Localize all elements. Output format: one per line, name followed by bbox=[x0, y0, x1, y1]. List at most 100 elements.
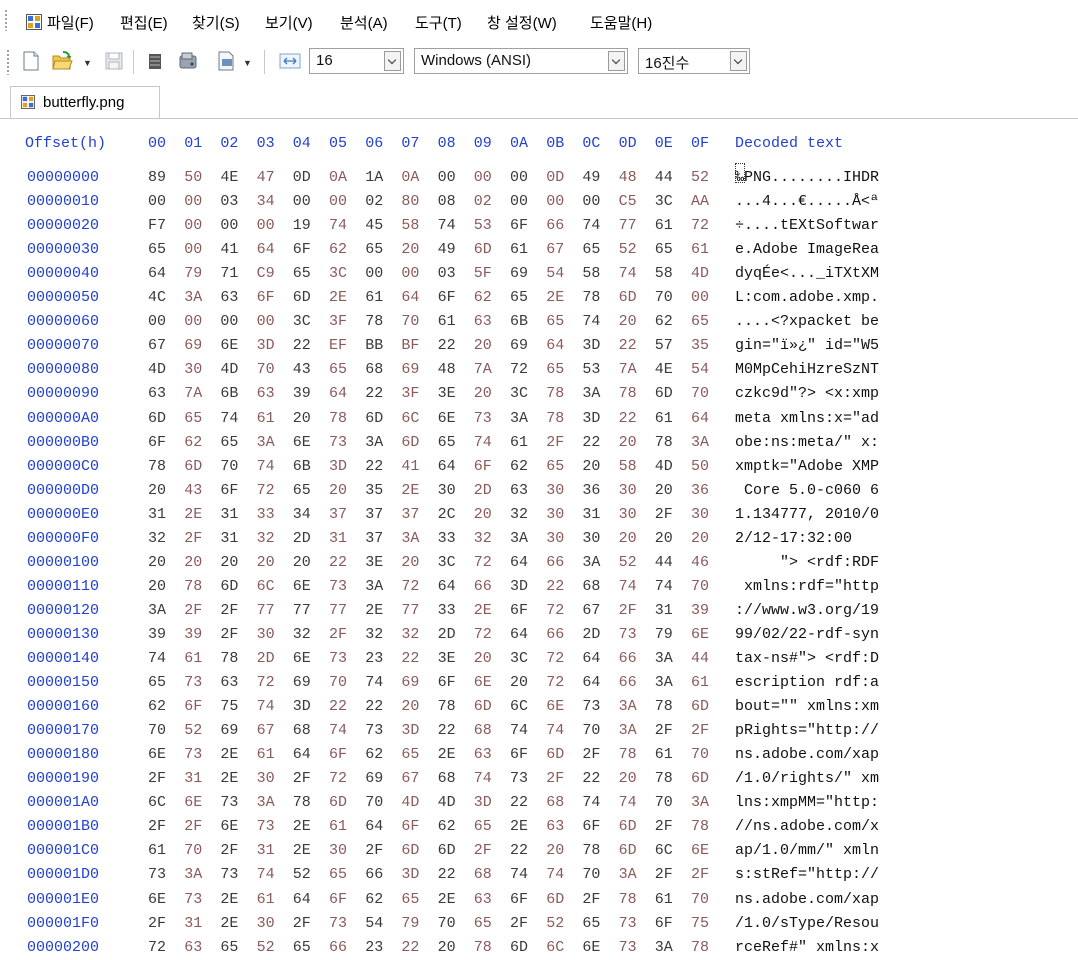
byte-cell[interactable]: 72 bbox=[401, 578, 419, 595]
bytes-per-row-select[interactable]: 16 bbox=[309, 48, 404, 74]
byte-cell[interactable]: 2F bbox=[655, 506, 673, 523]
byte-cell[interactable]: C5 bbox=[619, 193, 637, 210]
byte-cell[interactable]: 20 bbox=[148, 482, 166, 499]
byte-cell[interactable]: 00 bbox=[220, 217, 238, 234]
byte-cell[interactable]: 20 bbox=[546, 842, 564, 859]
byte-cell[interactable]: 22 bbox=[293, 337, 311, 354]
byte-cell[interactable]: 6C bbox=[655, 842, 673, 859]
byte-cell[interactable]: 68 bbox=[546, 794, 564, 811]
byte-cell[interactable]: 52 bbox=[619, 554, 637, 571]
byte-cell[interactable]: 73 bbox=[365, 722, 383, 739]
byte-cell[interactable]: 72 bbox=[510, 361, 528, 378]
byte-cell[interactable]: 3A bbox=[691, 434, 709, 451]
byte-cell[interactable]: 3A bbox=[184, 866, 202, 883]
byte-cell[interactable]: 6D bbox=[401, 842, 419, 859]
byte-cell[interactable]: 50 bbox=[184, 169, 202, 186]
byte-cell[interactable]: 30 bbox=[438, 482, 456, 499]
byte-cell[interactable]: 00 bbox=[510, 169, 528, 186]
byte-cell[interactable]: 78 bbox=[329, 410, 347, 427]
byte-cell[interactable]: 65 bbox=[546, 361, 564, 378]
byte-cell[interactable]: 69 bbox=[220, 722, 238, 739]
chevron-down-icon[interactable] bbox=[730, 51, 747, 71]
menu-window[interactable]: 창 설정(W) bbox=[487, 12, 557, 33]
byte-cell[interactable]: 49 bbox=[582, 169, 600, 186]
byte-cell[interactable]: 65 bbox=[655, 241, 673, 258]
byte-cell[interactable]: 2E bbox=[329, 289, 347, 306]
byte-cell[interactable]: 63 bbox=[474, 313, 492, 330]
decoded-text[interactable]: "> <rdf:RDF bbox=[735, 554, 879, 571]
byte-cell[interactable]: 3D bbox=[401, 866, 419, 883]
byte-cell[interactable]: 6D bbox=[619, 818, 637, 835]
byte-cell[interactable]: 64 bbox=[293, 746, 311, 763]
byte-cell[interactable]: 4E bbox=[655, 361, 673, 378]
byte-cell[interactable]: 20 bbox=[619, 530, 637, 547]
byte-cell[interactable]: EF bbox=[329, 337, 347, 354]
byte-cell[interactable]: 70 bbox=[691, 746, 709, 763]
byte-cell[interactable]: 78 bbox=[220, 650, 238, 667]
byte-cell[interactable]: 3C bbox=[510, 385, 528, 402]
byte-cell[interactable]: 61 bbox=[691, 674, 709, 691]
byte-cell[interactable]: 39 bbox=[184, 626, 202, 643]
byte-cell[interactable]: 63 bbox=[510, 482, 528, 499]
byte-cell[interactable]: 61 bbox=[257, 891, 275, 908]
byte-cell[interactable]: 73 bbox=[184, 891, 202, 908]
byte-cell[interactable]: 58 bbox=[619, 458, 637, 475]
byte-cell[interactable]: 20 bbox=[619, 770, 637, 787]
byte-cell[interactable]: 73 bbox=[329, 578, 347, 595]
byte-cell[interactable]: 74 bbox=[546, 722, 564, 739]
byte-cell[interactable]: 62 bbox=[365, 891, 383, 908]
byte-cell[interactable]: 2D bbox=[293, 530, 311, 547]
byte-cell[interactable]: 89 bbox=[148, 169, 166, 186]
byte-cell[interactable]: 20 bbox=[510, 674, 528, 691]
byte-cell[interactable]: 2E bbox=[510, 818, 528, 835]
toolbar-grip[interactable] bbox=[6, 49, 10, 75]
new-file-icon[interactable] bbox=[20, 50, 42, 72]
byte-cell[interactable]: 22 bbox=[582, 434, 600, 451]
byte-cell[interactable]: BF bbox=[401, 337, 419, 354]
byte-cell[interactable]: 22 bbox=[401, 650, 419, 667]
byte-cell[interactable]: 7A bbox=[184, 385, 202, 402]
decoded-text[interactable]: e.Adobe ImageRea bbox=[735, 241, 879, 258]
byte-cell[interactable]: 2F bbox=[220, 842, 238, 859]
byte-cell[interactable]: 6D bbox=[691, 698, 709, 715]
byte-cell[interactable]: 2F bbox=[546, 434, 564, 451]
byte-cell[interactable]: 70 bbox=[148, 722, 166, 739]
byte-cell[interactable]: 7A bbox=[474, 361, 492, 378]
byte-cell[interactable]: 6B bbox=[220, 385, 238, 402]
byte-cell[interactable]: 73 bbox=[619, 626, 637, 643]
byte-cell[interactable]: 61 bbox=[148, 842, 166, 859]
byte-cell[interactable]: 6F bbox=[510, 602, 528, 619]
byte-cell[interactable]: 2E bbox=[220, 746, 238, 763]
byte-cell[interactable]: 3A bbox=[257, 794, 275, 811]
byte-cell[interactable]: 74 bbox=[619, 265, 637, 282]
byte-cell[interactable]: 44 bbox=[655, 554, 673, 571]
byte-cell[interactable]: 54 bbox=[546, 265, 564, 282]
byte-cell[interactable]: 2D bbox=[474, 482, 492, 499]
byte-cell[interactable]: 30 bbox=[257, 770, 275, 787]
byte-cell[interactable]: 64 bbox=[582, 650, 600, 667]
byte-cell[interactable]: 6D bbox=[510, 939, 528, 956]
byte-cell[interactable]: 63 bbox=[546, 818, 564, 835]
byte-cell[interactable]: 72 bbox=[257, 674, 275, 691]
byte-cell[interactable]: 73 bbox=[329, 915, 347, 932]
byte-cell[interactable]: 00 bbox=[293, 193, 311, 210]
byte-cell[interactable]: 20 bbox=[619, 313, 637, 330]
byte-cell[interactable]: 75 bbox=[691, 915, 709, 932]
byte-cell[interactable]: 69 bbox=[510, 265, 528, 282]
byte-cell[interactable]: 00 bbox=[184, 241, 202, 258]
byte-cell[interactable]: 70 bbox=[184, 842, 202, 859]
byte-cell[interactable]: 2D bbox=[582, 626, 600, 643]
byte-cell[interactable]: 3A bbox=[365, 578, 383, 595]
byte-cell[interactable]: 74 bbox=[510, 722, 528, 739]
byte-cell[interactable]: 46 bbox=[691, 554, 709, 571]
byte-cell[interactable]: 23 bbox=[365, 650, 383, 667]
byte-cell[interactable]: 61 bbox=[438, 313, 456, 330]
byte-cell[interactable]: 48 bbox=[619, 169, 637, 186]
byte-cell[interactable]: 65 bbox=[329, 866, 347, 883]
byte-cell[interactable]: 72 bbox=[474, 554, 492, 571]
byte-cell[interactable]: 44 bbox=[655, 169, 673, 186]
byte-cell[interactable]: 6F bbox=[655, 915, 673, 932]
byte-cell[interactable]: 2E bbox=[293, 842, 311, 859]
byte-cell[interactable]: 53 bbox=[582, 361, 600, 378]
decoded-text[interactable]: //ns.adobe.com/x bbox=[735, 818, 879, 835]
